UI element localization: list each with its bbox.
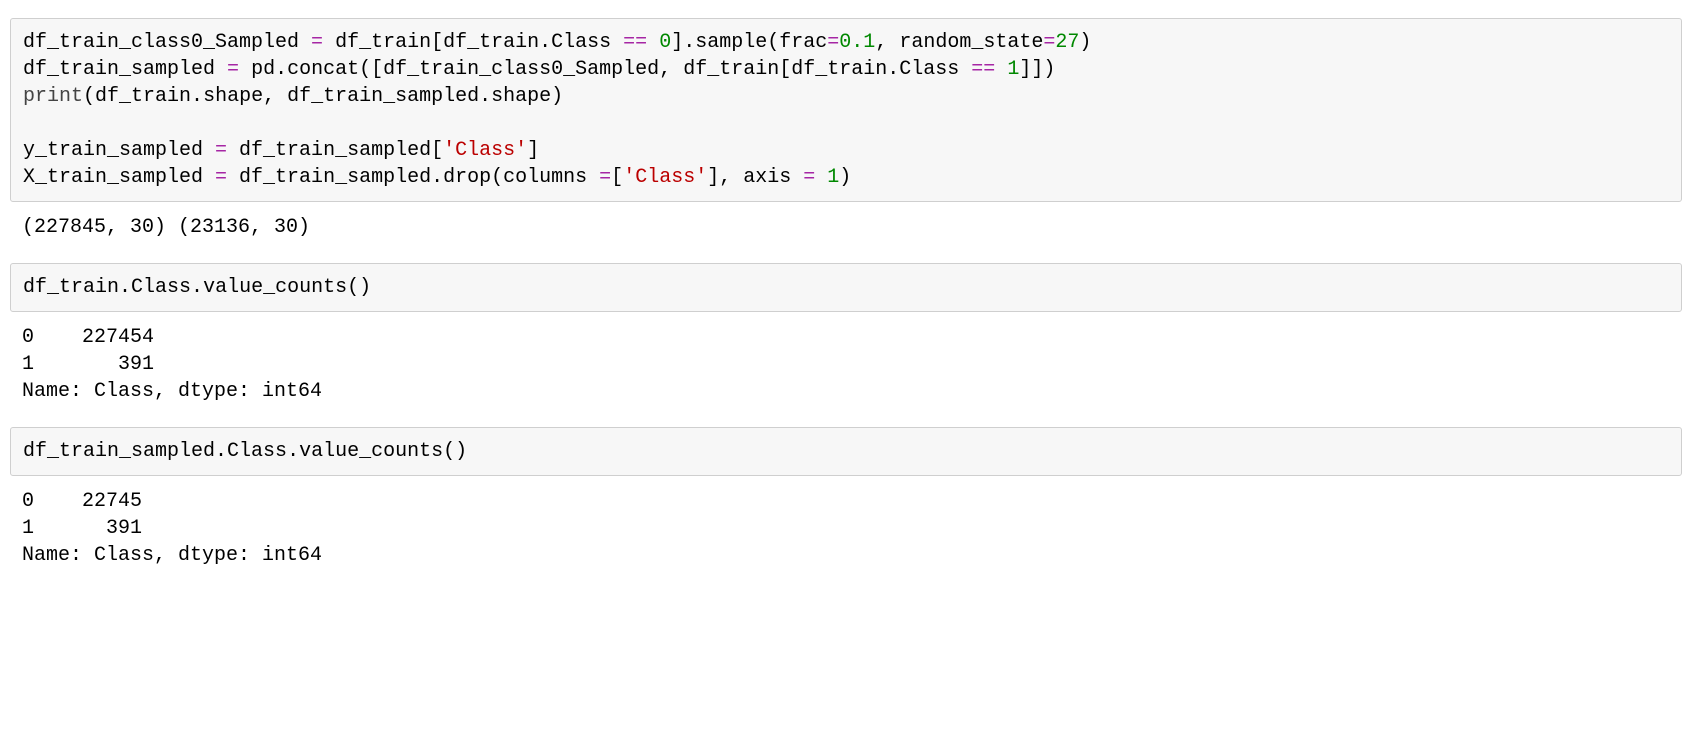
- code-cell[interactable]: df_train_class0_Sampled = df_train[df_tr…: [10, 18, 1682, 202]
- code-cell[interactable]: df_train.Class.value_counts(): [10, 263, 1682, 312]
- notebook-view: df_train_class0_Sampled = df_train[df_tr…: [10, 18, 1682, 583]
- code-cell[interactable]: df_train_sampled.Class.value_counts(): [10, 427, 1682, 476]
- output-cell: 0 227454 1 391 Name: Class, dtype: int64: [10, 320, 1682, 419]
- output-cell: 0 22745 1 391 Name: Class, dtype: int64: [10, 484, 1682, 583]
- output-cell: (227845, 30) (23136, 30): [10, 210, 1682, 255]
